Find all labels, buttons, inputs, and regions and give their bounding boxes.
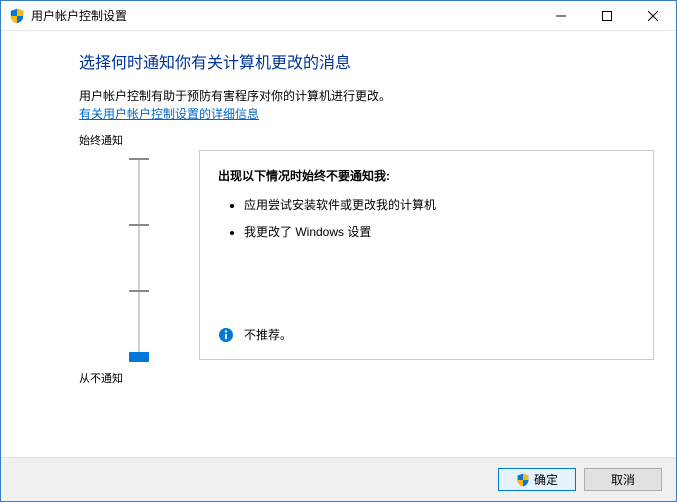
content-area: 选择何时通知你有关计算机更改的消息 用户帐户控制有助于预防有害程序对你的计算机进… bbox=[1, 31, 676, 457]
notification-detail-panel: 出现以下情况时始终不要通知我: 应用尝试安装软件或更改我的计算机 我更改了 Wi… bbox=[199, 150, 654, 360]
page-heading: 选择何时通知你有关计算机更改的消息 bbox=[79, 49, 654, 73]
close-button[interactable] bbox=[630, 1, 676, 31]
more-info-link[interactable]: 有关用户帐户控制设置的详细信息 bbox=[79, 107, 259, 121]
minimize-button[interactable] bbox=[538, 1, 584, 31]
window-controls bbox=[538, 1, 676, 31]
panel-item-list: 应用尝试安装软件或更改我的计算机 我更改了 Windows 设置 bbox=[244, 196, 635, 240]
info-icon bbox=[218, 327, 234, 343]
shield-icon bbox=[516, 473, 530, 487]
uac-shield-icon bbox=[9, 8, 25, 24]
panel-item: 应用尝试安装软件或更改我的计算机 bbox=[244, 196, 635, 213]
ok-button-label: 确定 bbox=[534, 471, 558, 488]
body-row: 始终通知 从不通知 出现以下情况时始终不要通知我: 应用尝试安装软件或更改我的计… bbox=[79, 150, 654, 360]
title-bar: 用户帐户控制设置 bbox=[1, 1, 676, 31]
slider-top-label: 始终通知 bbox=[79, 132, 123, 148]
slider-tick bbox=[129, 290, 149, 292]
recommendation-text: 不推荐。 bbox=[244, 326, 292, 343]
panel-item: 我更改了 Windows 设置 bbox=[244, 223, 635, 240]
footer-bar: 确定 取消 bbox=[1, 457, 676, 501]
maximize-button[interactable] bbox=[584, 1, 630, 31]
slider-column: 始终通知 从不通知 bbox=[79, 150, 199, 360]
slider-track bbox=[138, 158, 140, 358]
notification-slider[interactable] bbox=[129, 158, 149, 358]
description-text: 用户帐户控制有助于预防有害程序对你的计算机进行更改。 bbox=[79, 87, 654, 105]
slider-bottom-label: 从不通知 bbox=[79, 370, 123, 386]
slider-tick bbox=[129, 158, 149, 160]
cancel-button[interactable]: 取消 bbox=[584, 468, 662, 491]
recommendation-row: 不推荐。 bbox=[218, 326, 292, 343]
panel-heading: 出现以下情况时始终不要通知我: bbox=[218, 167, 635, 184]
slider-thumb[interactable] bbox=[129, 352, 149, 362]
ok-button[interactable]: 确定 bbox=[498, 468, 576, 491]
cancel-button-label: 取消 bbox=[611, 471, 635, 488]
window-title: 用户帐户控制设置 bbox=[31, 7, 127, 24]
slider-tick bbox=[129, 224, 149, 226]
